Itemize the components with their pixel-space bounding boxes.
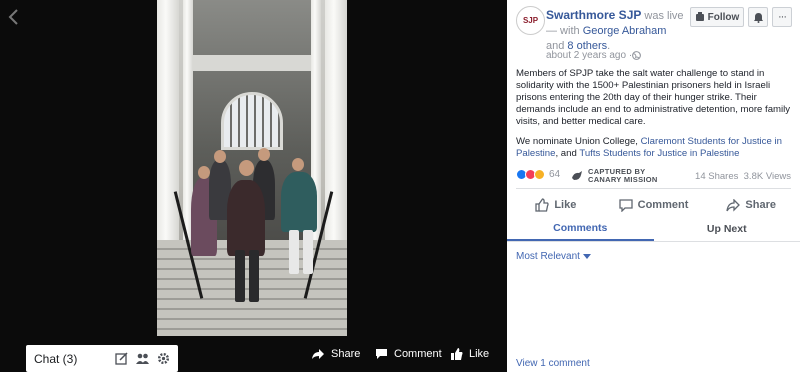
- comment-label: Comment: [637, 199, 689, 211]
- comment-sort-dropdown[interactable]: Most Relevant: [516, 251, 591, 262]
- thumbs-up-icon: [451, 348, 463, 360]
- share-outline-icon: [726, 198, 741, 212]
- more-options-button[interactable]: ···: [772, 7, 792, 27]
- post-panel: SJP Swarthmore SJP was live — with Georg…: [507, 0, 800, 372]
- video-share-label: Share: [331, 348, 361, 360]
- chat-box[interactable]: Chat (3): [26, 345, 178, 372]
- tagged-person-link[interactable]: George Abraham: [583, 25, 667, 37]
- captured-line-2: CANARY MISSION: [588, 175, 658, 184]
- share-arrow-icon: [312, 349, 324, 359]
- tab-comments[interactable]: Comments: [507, 216, 654, 241]
- canary-bird-icon: [572, 171, 582, 180]
- comment-outline-icon: [618, 198, 633, 212]
- post-actions: Like Comment Share: [507, 194, 800, 216]
- post-paragraph-2: We nominate Union College, Claremont Stu…: [516, 136, 794, 160]
- thumbs-up-outline-icon: [535, 198, 549, 212]
- post-paragraph-1: Members of SPJP take the salt water chal…: [516, 68, 791, 127]
- with-prefix-text: — with: [546, 25, 583, 37]
- reaction-count: 64: [549, 169, 561, 180]
- sort-label: Most Relevant: [516, 251, 580, 262]
- view-comments-link[interactable]: View 1 comment: [516, 358, 590, 369]
- follow-button[interactable]: Follow: [690, 7, 744, 27]
- like-label: Like: [554, 199, 577, 211]
- page-avatar[interactable]: SJP: [516, 6, 545, 35]
- chat-label[interactable]: Chat (3): [34, 352, 107, 366]
- globe-icon: [632, 51, 642, 60]
- nominate-prefix: We nominate Union College,: [516, 136, 641, 147]
- video-like-button[interactable]: Like: [451, 348, 489, 360]
- video-comment-label: Comment: [394, 348, 442, 360]
- follow-label: Follow: [707, 11, 740, 23]
- notifications-button[interactable]: [748, 7, 768, 27]
- video-comment-button[interactable]: Comment: [375, 348, 442, 360]
- compose-icon[interactable]: [115, 352, 128, 365]
- page-name-link[interactable]: Swarthmore SJP: [546, 8, 641, 22]
- post-timestamp: about 2 years ago ·: [546, 50, 642, 61]
- comment-icon: [376, 349, 387, 359]
- gear-icon[interactable]: [157, 352, 170, 365]
- panel-tabs: Comments Up Next: [507, 216, 800, 242]
- video-frame: [157, 0, 347, 336]
- video-player[interactable]: Chat (3) Share Comment Like: [0, 0, 507, 372]
- nominate-middle: , and: [555, 148, 580, 159]
- post-header: Swarthmore SJP was live — with George Ab…: [546, 8, 686, 54]
- more-options-label: ···: [778, 11, 787, 23]
- arched-window: [221, 92, 283, 150]
- people-icon[interactable]: [136, 352, 149, 365]
- canary-mission-watermark: CAPTURED BY CANARY MISSION: [570, 168, 658, 184]
- video-like-label: Like: [469, 348, 490, 360]
- chevron-left-icon[interactable]: [6, 8, 22, 26]
- caret-down-icon: [582, 253, 591, 259]
- divider: [516, 188, 791, 189]
- tufts-sjp-link[interactable]: Tufts Students for Justice in Palestine: [579, 148, 739, 159]
- bell-icon: [753, 12, 763, 23]
- video-share-button[interactable]: Share: [311, 348, 360, 360]
- share-button[interactable]: Share: [702, 194, 800, 216]
- shares-count[interactable]: 14 Shares: [695, 171, 738, 182]
- avatar-logo-text: SJP: [522, 16, 539, 25]
- post-text: Members of SPJP take the salt water chal…: [516, 68, 794, 168]
- tab-up-next[interactable]: Up Next: [654, 216, 800, 241]
- views-count: 3.8K Views: [743, 171, 791, 182]
- comment-button[interactable]: Comment: [605, 194, 703, 216]
- haha-reaction-icon: [534, 169, 545, 180]
- share-label: Share: [745, 199, 776, 211]
- reaction-summary[interactable]: 64: [516, 169, 560, 180]
- like-button[interactable]: Like: [507, 194, 605, 216]
- follow-icon: [695, 12, 704, 21]
- timestamp-text[interactable]: about 2 years ago ·: [546, 50, 632, 61]
- post-stats: 14 Shares 3.8K Views: [695, 171, 791, 182]
- was-live-text: was live: [641, 10, 684, 22]
